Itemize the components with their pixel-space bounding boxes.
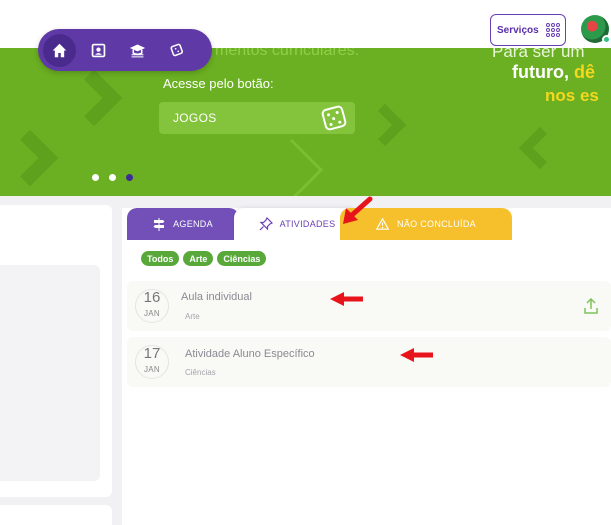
dice-icon xyxy=(320,104,348,132)
filter-chips: Todos Arte Ciências xyxy=(141,251,267,266)
decorative-chevron xyxy=(65,69,123,127)
filter-chip-arte[interactable]: Arte xyxy=(183,251,214,266)
banner-line-1-highlight: dê xyxy=(573,62,595,82)
activity-month: JAN xyxy=(143,309,160,318)
decorative-chevron xyxy=(518,126,562,170)
dice-icon xyxy=(170,43,184,56)
tab-agenda-label: AGENDA xyxy=(173,219,213,229)
banner-line-2: nos es xyxy=(545,86,599,105)
carousel-dots xyxy=(92,174,133,181)
services-label: Serviços xyxy=(497,24,539,36)
tab-agenda[interactable]: AGENDA xyxy=(127,208,239,240)
id-card-icon xyxy=(91,43,106,57)
graduation-cap-icon xyxy=(129,44,146,57)
activity-day: 16 xyxy=(143,289,161,306)
carousel-dot[interactable] xyxy=(92,174,99,181)
tab-nao-concluida-label: NÃO CONCLUÍDA xyxy=(397,219,476,229)
banner-access-text: Acesse pelo botão: xyxy=(163,76,274,91)
pin-icon xyxy=(259,217,273,231)
filter-chip-ciencias[interactable]: Ciências xyxy=(217,251,267,266)
activity-item[interactable]: 17 JAN Atividade Aluno Específico Ciênci… xyxy=(127,337,611,387)
activity-month: JAN xyxy=(143,365,160,374)
apps-grid-icon xyxy=(545,23,560,37)
annotation-arrow xyxy=(330,292,363,306)
tab-strip xyxy=(122,240,611,246)
upload-icon[interactable] xyxy=(583,297,599,315)
banner-headline-top: mentos curriculares. xyxy=(215,48,360,59)
jogos-button-label: JOGOS xyxy=(173,111,217,125)
activity-date: 16 JAN xyxy=(139,289,165,319)
nav-games-button[interactable] xyxy=(160,34,193,67)
main-nav xyxy=(38,29,212,71)
warning-icon xyxy=(376,218,390,230)
carousel-dot[interactable] xyxy=(109,174,116,181)
filter-chip-todos[interactable]: Todos xyxy=(141,251,180,266)
activity-item[interactable]: 16 JAN Aula individual Arte xyxy=(127,281,611,331)
annotation-arrow xyxy=(343,196,373,224)
services-button[interactable]: Serviços xyxy=(490,14,566,46)
carousel-dot-active[interactable] xyxy=(126,174,133,181)
signpost-icon xyxy=(153,217,165,231)
left-panel-secondary xyxy=(0,505,112,525)
banner-line-1-text: futuro, xyxy=(512,62,574,82)
activity-subject: Ciências xyxy=(185,368,216,377)
activity-title: Aula individual xyxy=(181,291,252,303)
decorative-chevron xyxy=(260,138,324,196)
decorative-chevron xyxy=(363,103,407,147)
banner-line-1: futuro, dê xyxy=(512,62,595,83)
home-icon xyxy=(52,43,67,57)
annotation-arrow xyxy=(400,348,433,362)
online-status-dot xyxy=(602,35,611,44)
activity-day: 17 xyxy=(143,345,161,362)
activity-title: Atividade Aluno Específico xyxy=(185,348,315,360)
nav-school-button[interactable] xyxy=(121,34,154,67)
nav-home-button[interactable] xyxy=(43,33,76,67)
left-panel-content xyxy=(0,265,100,481)
tab-atividades-label: ATIVIDADES xyxy=(279,219,336,229)
activity-date: 17 JAN xyxy=(139,345,165,375)
nav-profile-button[interactable] xyxy=(82,34,115,67)
activity-subject: Arte xyxy=(185,312,200,321)
left-panel xyxy=(0,205,112,497)
decorative-chevron xyxy=(1,129,59,187)
jogos-button[interactable]: JOGOS xyxy=(159,102,355,134)
banner-headline-right: Para ser um xyxy=(492,48,585,61)
